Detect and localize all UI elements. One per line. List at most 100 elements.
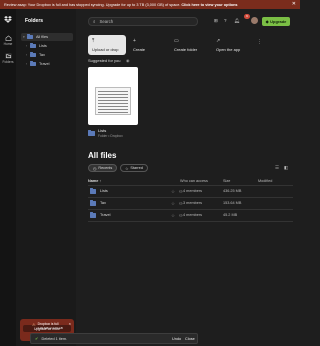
divider xyxy=(88,209,293,210)
folder-icon xyxy=(88,130,95,136)
folder-icon xyxy=(90,200,96,206)
close-button[interactable]: Close xyxy=(185,337,195,341)
action-label: Create folder xyxy=(174,47,198,52)
banner-close-icon[interactable]: ✕ xyxy=(292,1,296,7)
bell-icon[interactable]: 🔔︎ xyxy=(234,18,240,24)
folders-icon xyxy=(4,53,12,59)
column-modified[interactable]: Modified xyxy=(258,179,272,183)
upload-button[interactable]: ⤒ Upload or drop xyxy=(88,35,126,55)
share-icon[interactable]: ⚇ xyxy=(179,201,182,206)
divider xyxy=(88,197,293,198)
help-icon[interactable]: ? xyxy=(224,18,227,23)
table-row[interactable]: Lists ☆ ⚇ 4 members 436.25 MB xyxy=(88,187,293,197)
sort-arrow-icon: ↑ xyxy=(99,179,102,183)
create-button[interactable]: + Create xyxy=(129,35,165,55)
suggested-folder xyxy=(88,130,98,138)
folder-icon xyxy=(90,188,96,194)
chip-label: Starred xyxy=(130,166,143,170)
create-folder-button[interactable]: ▭ Create folder xyxy=(170,35,208,55)
folder-icon xyxy=(30,42,36,49)
search-placeholder: Search xyxy=(99,19,114,24)
table-row[interactable]: Travel ☆ ⚇ 4 members 45.2 MB xyxy=(88,211,293,221)
action-label: Create xyxy=(133,47,146,52)
row-access: 4 members xyxy=(183,213,202,217)
diamond-icon: ◆ xyxy=(265,18,269,24)
row-access: 3 members xyxy=(183,201,202,205)
notification-badge: 9 xyxy=(244,14,250,19)
row-name[interactable]: Travel xyxy=(100,213,110,217)
main-content: ⌕ Search ⊞ ? 🔔︎ 9 ◆ Upgrade ⤒ Upload or … xyxy=(76,9,300,346)
tree-item-all-files[interactable]: ▾ All files xyxy=(21,33,73,41)
starred-chip[interactable]: ☆ Starred xyxy=(120,164,148,172)
storage-subtitle: 0.00 GB of 2.00 GB xyxy=(37,326,63,330)
tree-label: Travel xyxy=(39,62,50,66)
divider xyxy=(88,185,293,186)
row-size: 153.64 MB xyxy=(223,201,242,205)
rail-item-folders[interactable]: Folders xyxy=(0,53,16,64)
column-name[interactable]: Name ↑ xyxy=(88,179,101,183)
upload-icon: ⤒ xyxy=(92,38,95,44)
star-icon[interactable]: ☆ xyxy=(171,213,175,219)
folder-icon xyxy=(30,51,36,58)
folder-icon xyxy=(30,60,36,67)
share-icon[interactable]: ⚇ xyxy=(179,189,182,194)
table-row[interactable]: Tax ☆ ⚇ 3 members 153.64 MB xyxy=(88,199,293,209)
action-label: Upload or drop xyxy=(92,47,119,52)
apps-icon[interactable]: ⊞ xyxy=(214,18,218,24)
row-name[interactable]: Tax xyxy=(100,201,106,205)
folder-plus-icon: ▭ xyxy=(174,38,179,44)
suggested-thumbnail[interactable] xyxy=(88,67,138,125)
banner-text: Review asap: Your Dropbox is full and ha… xyxy=(4,2,181,7)
eye-icon[interactable]: ◉ xyxy=(126,58,130,63)
tree-item-lists[interactable]: › Lists xyxy=(24,42,76,50)
upgrade-button[interactable]: ◆ Upgrade xyxy=(262,16,290,26)
search-icon: ⌕ xyxy=(93,19,96,24)
row-size: 45.2 MB xyxy=(223,213,238,217)
divider xyxy=(88,221,293,222)
suggested-title: Suggested for you xyxy=(88,58,121,63)
search-input[interactable]: ⌕ Search xyxy=(88,17,198,26)
recents-chip[interactable]: ◷ Recents xyxy=(88,164,118,172)
tree-label: All files xyxy=(36,35,49,39)
folder-icon xyxy=(27,33,33,40)
row-access: 4 members xyxy=(183,189,202,193)
open-app-button[interactable]: ↗ Open the app xyxy=(212,35,252,55)
page-title: All files xyxy=(88,151,117,160)
banner-link[interactable]: Click here to view your options xyxy=(181,3,237,7)
rail-label-home: Home xyxy=(3,42,13,46)
column-access[interactable]: Who can access xyxy=(180,179,208,183)
deleted-toast: ✔ Deleted 1 item. Undo Close xyxy=(30,333,198,344)
storage-full-banner: Review asap: Your Dropbox is full and ha… xyxy=(0,0,300,9)
suggested-card-subtitle: Folder • Dropbox xyxy=(98,134,123,138)
rail-label-folders: Folders xyxy=(2,60,14,64)
plus-icon: + xyxy=(133,38,136,44)
tree-item-travel[interactable]: › Travel xyxy=(24,60,76,68)
star-icon[interactable]: ☆ xyxy=(171,189,175,195)
column-size[interactable]: Size xyxy=(223,179,230,183)
clock-icon: ◷ xyxy=(93,166,97,171)
row-size: 436.25 MB xyxy=(223,189,242,193)
tree-item-tax[interactable]: › Tax xyxy=(24,51,76,59)
share-icon[interactable]: ⚇ xyxy=(179,213,182,218)
star-icon[interactable]: ☆ xyxy=(171,201,175,207)
action-label: Open the app xyxy=(216,47,241,52)
more-options-icon[interactable]: ⋮ xyxy=(257,39,262,45)
upgrade-label: Upgrade xyxy=(270,18,287,24)
rail-item-home[interactable]: Home xyxy=(0,35,16,46)
suggested-card-name[interactable]: Lists xyxy=(98,128,106,133)
star-icon: ☆ xyxy=(125,166,129,171)
row-name[interactable]: Lists xyxy=(100,189,108,193)
chip-label: Recents xyxy=(98,166,113,170)
folders-sidebar: Folders ▾ All files › Lists › Tax › Trav… xyxy=(16,9,76,346)
document-preview xyxy=(95,87,131,115)
avatar[interactable] xyxy=(251,17,258,24)
tree-label: Tax xyxy=(39,53,45,57)
grid-view-icon[interactable]: ◧ xyxy=(284,165,288,171)
warning-icon: ⚠ xyxy=(32,322,36,327)
home-icon xyxy=(5,35,11,41)
external-icon: ↗ xyxy=(216,38,221,44)
list-view-icon[interactable]: ☰ xyxy=(275,165,279,171)
column-name-label: Name xyxy=(88,179,99,183)
dropbox-logo-icon[interactable] xyxy=(4,16,12,23)
undo-button[interactable]: Undo xyxy=(172,337,181,341)
